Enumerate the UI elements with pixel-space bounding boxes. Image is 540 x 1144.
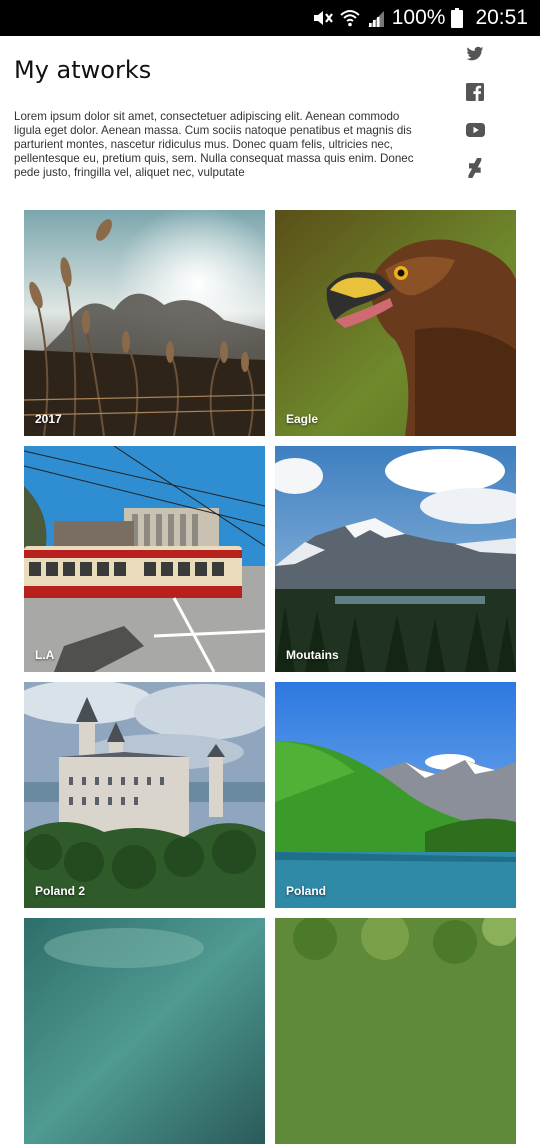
deviantart-link[interactable] xyxy=(465,158,485,178)
facebook-link[interactable] xyxy=(465,82,485,102)
tile-caption: Moutains xyxy=(286,648,339,662)
tile-caption: 2017 xyxy=(35,412,62,426)
gallery-tile[interactable] xyxy=(24,918,265,1144)
status-icons: 100% 20:51 xyxy=(312,0,528,36)
tile-caption: Poland xyxy=(286,884,327,898)
artwork-image xyxy=(24,682,265,908)
facebook-icon xyxy=(466,83,484,101)
tile-caption: Poland 2 xyxy=(35,884,86,898)
clock: 20:51 xyxy=(475,6,528,29)
tile-caption: Eagle xyxy=(286,412,319,426)
artwork-image xyxy=(24,918,265,1144)
gallery-tile[interactable]: Eagle xyxy=(275,210,516,436)
gallery-tile[interactable] xyxy=(275,918,516,1144)
gallery-tile[interactable]: Moutains xyxy=(275,446,516,672)
gallery-tile[interactable]: Poland 2 xyxy=(24,682,265,908)
artwork-image xyxy=(275,210,516,436)
tile-caption: L.A xyxy=(35,648,55,662)
deviantart-icon xyxy=(468,158,482,178)
artwork-image xyxy=(275,682,516,908)
status-bar: 100% 20:51 xyxy=(0,0,540,36)
page-content: My atworks Lorem ipsum dolor sit amet, c… xyxy=(0,36,540,1144)
gallery-tile[interactable]: L.A xyxy=(24,446,265,672)
signal-icon xyxy=(366,8,386,28)
artwork-gallery: 2017 Eagle L.A Moutains Poland 2 Poland xyxy=(24,210,516,1144)
gallery-tile[interactable]: 2017 xyxy=(24,210,265,436)
artwork-image xyxy=(275,918,516,1144)
page-description: Lorem ipsum dolor sit amet, consectetuer… xyxy=(14,110,414,179)
battery-percent: 100% xyxy=(391,6,446,29)
social-links xyxy=(463,44,487,178)
artwork-image xyxy=(24,446,265,672)
youtube-icon xyxy=(465,123,485,137)
artwork-image xyxy=(275,446,516,672)
wifi-icon xyxy=(340,8,360,28)
twitter-link[interactable] xyxy=(465,44,485,64)
mute-icon xyxy=(312,8,334,28)
twitter-icon xyxy=(466,46,484,61)
page-title: My atworks xyxy=(14,56,152,84)
battery-icon xyxy=(451,8,464,28)
artwork-image xyxy=(24,210,265,436)
youtube-link[interactable] xyxy=(465,120,485,140)
gallery-tile[interactable]: Poland xyxy=(275,682,516,908)
